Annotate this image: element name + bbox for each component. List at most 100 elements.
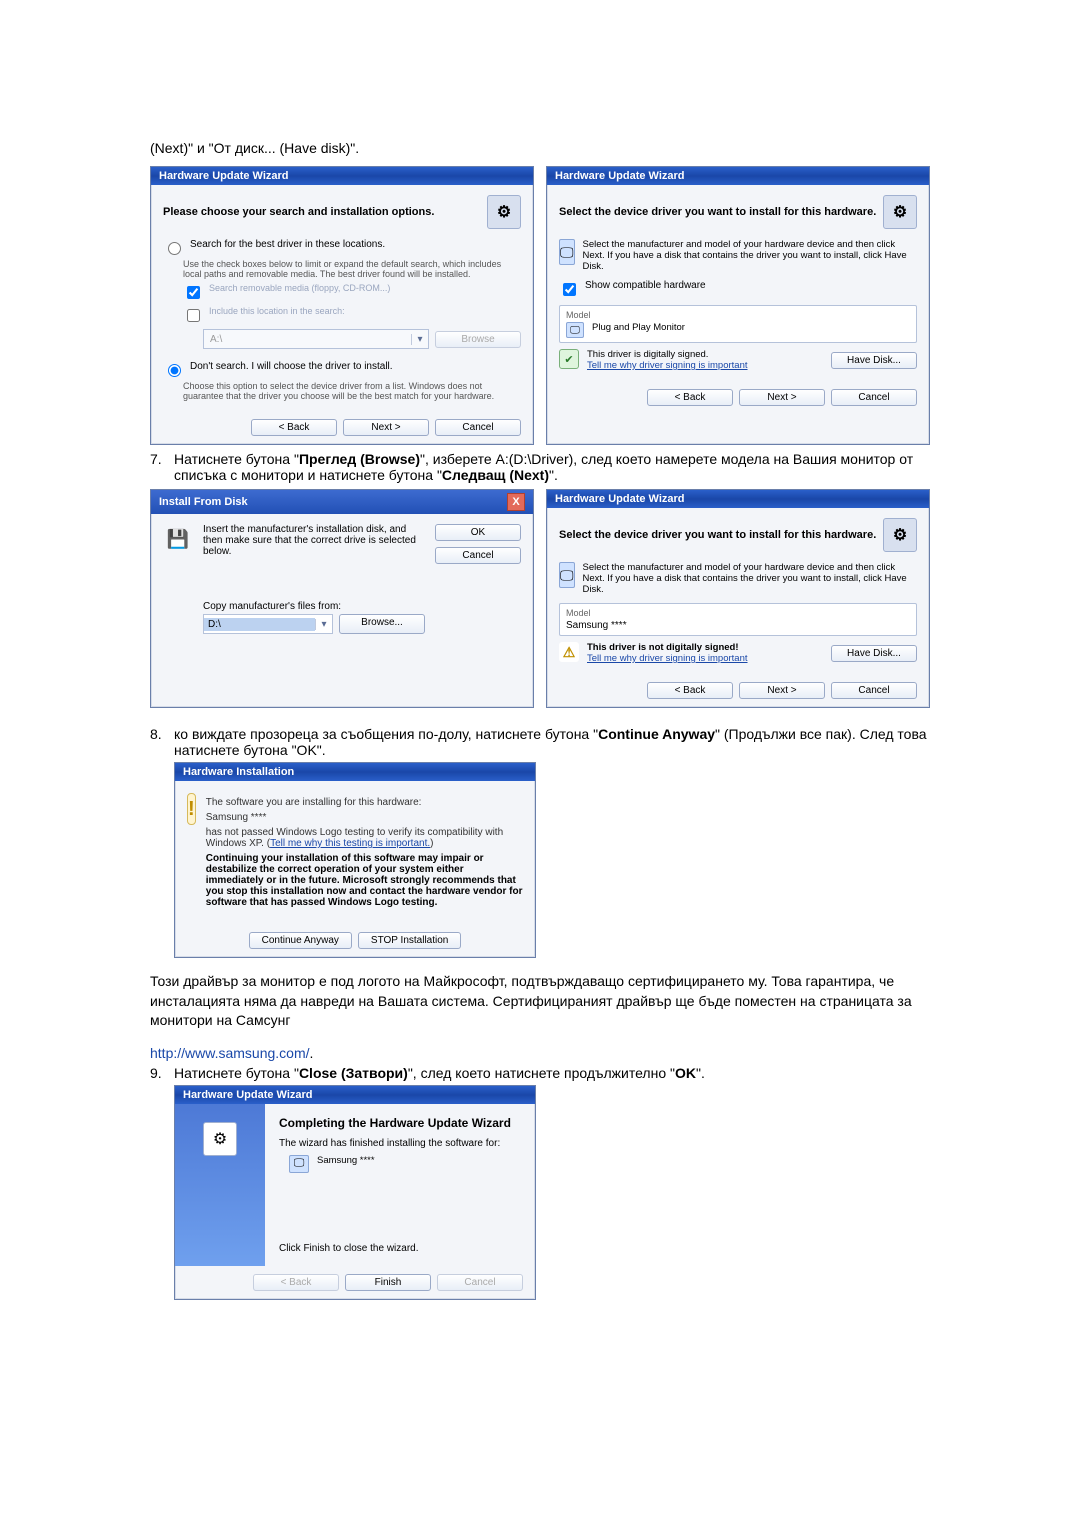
t: Натиснете бутона "	[174, 451, 299, 467]
ok-button[interactable]: OK	[435, 524, 521, 541]
finish-button[interactable]: Finish	[345, 1274, 431, 1291]
model-header: Model	[566, 608, 910, 618]
radio1-subtext: Use the check boxes below to limit or ex…	[183, 259, 521, 279]
t: ".	[696, 1065, 705, 1081]
chk-include-label: Include this location in the search:	[209, 306, 345, 316]
model-header: Model	[566, 310, 910, 320]
hw-device: Samsung ****	[206, 812, 523, 823]
step-8-text: ко виждате прозореца за съобщения по-дол…	[174, 726, 930, 758]
info-text: Select the manufacturer and model of you…	[583, 239, 918, 272]
done-device: Samsung ****	[317, 1155, 375, 1166]
t: ".	[549, 467, 558, 483]
step-9-text: Натиснете бутона "Close (Затвори)", след…	[174, 1065, 930, 1081]
next-button[interactable]: Next >	[343, 419, 429, 436]
copy-from-label: Copy manufacturer's files from:	[203, 601, 425, 612]
cancel-button[interactable]: Cancel	[435, 419, 521, 436]
monitor-icon: 🖵	[566, 322, 584, 338]
t: ко виждате прозореца за съобщения по-дол…	[174, 726, 598, 742]
t: Преглед (Browse)	[299, 451, 420, 467]
titlebar: Hardware Update Wizard	[547, 167, 929, 185]
t: ", след което натиснете продължително "	[408, 1065, 675, 1081]
heading: Select the device driver you want to ins…	[559, 529, 876, 541]
model-item[interactable]: Plug and Play Monitor	[592, 322, 685, 333]
monitor-icon: 🖵	[289, 1155, 309, 1173]
combo-value: D:\	[204, 618, 315, 631]
radio-dont-search-label: Don't search. I will choose the driver t…	[190, 361, 393, 372]
warning-icon: !	[187, 793, 196, 825]
step-number: 8.	[150, 726, 174, 742]
cancel-button[interactable]: Cancel	[831, 389, 917, 406]
chip-icon: ⚙	[203, 1122, 237, 1156]
continue-anyway-button[interactable]: Continue Anyway	[249, 932, 352, 949]
close-icon[interactable]: X	[507, 493, 525, 511]
logo-test-link[interactable]: Tell me why this testing is important.	[270, 838, 430, 849]
t: OK	[675, 1065, 696, 1081]
url-dot: .	[310, 1045, 314, 1061]
browse-button[interactable]: Browse	[435, 331, 521, 348]
stop-installation-button[interactable]: STOP Installation	[358, 932, 461, 949]
samsung-url[interactable]: http://www.samsung.com/	[150, 1045, 310, 1061]
radio-search-best-label: Search for the best driver in these loca…	[190, 239, 385, 250]
model-item[interactable]: Samsung ****	[566, 620, 910, 631]
next-button[interactable]: Next >	[739, 682, 825, 699]
back-button[interactable]: < Back	[251, 419, 337, 436]
heading: Select the device driver you want to ins…	[559, 206, 876, 218]
heading: Please choose your search and installati…	[163, 206, 434, 218]
disk-icon: 💾	[163, 524, 193, 554]
cancel-button[interactable]: Cancel	[437, 1274, 523, 1291]
location-combo[interactable]: A:\ ▾	[203, 329, 429, 349]
t: Натиснете бутона "	[174, 1065, 299, 1081]
chk-include-location[interactable]	[187, 309, 200, 322]
t: Следващ (Next)	[442, 467, 549, 483]
radio-search-best[interactable]	[168, 242, 181, 255]
browse-button[interactable]: Browse...	[339, 614, 425, 634]
back-button[interactable]: < Back	[253, 1274, 339, 1291]
hw-warning: Continuing your installation of this sof…	[206, 853, 523, 908]
title-text: Hardware Installation	[183, 766, 294, 778]
hw-line1: The software you are installing for this…	[206, 797, 523, 808]
chk-show-compatible[interactable]	[563, 283, 576, 296]
signing-link[interactable]: Tell me why driver signing is important	[587, 653, 748, 664]
signing-link[interactable]: Tell me why driver signing is important	[587, 360, 748, 371]
next-button[interactable]: Next >	[739, 389, 825, 406]
chk-removable-label: Search removable media (floppy, CD-ROM..…	[209, 283, 390, 293]
dialog-search-options: Hardware Update Wizard Please choose you…	[150, 166, 534, 445]
back-button[interactable]: < Back	[647, 682, 733, 699]
title-text: Hardware Update Wizard	[159, 170, 289, 182]
chk-removable-media[interactable]	[187, 286, 200, 299]
not-signed-text: This driver is not digitally signed!	[587, 642, 748, 653]
signed-text: This driver is digitally signed.	[587, 349, 748, 360]
info-text: Select the manufacturer and model of you…	[583, 562, 918, 595]
radio-dont-search[interactable]	[168, 364, 181, 377]
shield-icon: ✔	[559, 349, 579, 369]
wizard-sidebar: ⚙	[175, 1104, 265, 1266]
completing-heading: Completing the Hardware Update Wizard	[279, 1116, 521, 1130]
chevron-down-icon: ▾	[411, 334, 428, 345]
have-disk-button[interactable]: Have Disk...	[831, 645, 917, 662]
cancel-button[interactable]: Cancel	[831, 682, 917, 699]
intro-text: (Next)" и "От диск... (Have disk)".	[150, 140, 930, 156]
titlebar: Install From Disk X	[151, 490, 533, 514]
titlebar: Hardware Update Wizard	[175, 1086, 535, 1104]
step-7-text: Натиснете бутона "Преглед (Browse)", изб…	[174, 451, 930, 483]
title-text: Hardware Update Wizard	[555, 170, 685, 182]
have-disk-button[interactable]: Have Disk...	[831, 352, 917, 369]
chk-show-compatible-label: Show compatible hardware	[585, 280, 706, 291]
step-number: 7.	[150, 451, 174, 467]
dialog-completing: Hardware Update Wizard ⚙ Completing the …	[174, 1085, 536, 1300]
titlebar: Hardware Update Wizard	[151, 167, 533, 185]
dialog-select-driver-2: Hardware Update Wizard Select the device…	[546, 489, 930, 708]
radio2-subtext: Choose this option to select the device …	[183, 381, 521, 401]
chevron-down-icon: ▾	[315, 619, 332, 630]
chip-icon: ⚙	[883, 518, 917, 552]
dialog-select-driver-1: Hardware Update Wizard Select the device…	[546, 166, 930, 445]
title-text: Hardware Update Wizard	[555, 493, 685, 505]
back-button[interactable]: < Back	[647, 389, 733, 406]
chip-icon: ⚙	[487, 195, 521, 229]
copy-from-combo[interactable]: D:\ ▾	[203, 614, 333, 634]
hw-line2b: )	[430, 838, 433, 849]
chip-icon: ⚙	[883, 195, 917, 229]
done-line2: Click Finish to close the wizard.	[279, 1243, 521, 1254]
titlebar: Hardware Installation	[175, 763, 535, 781]
cancel-button[interactable]: Cancel	[435, 547, 521, 564]
